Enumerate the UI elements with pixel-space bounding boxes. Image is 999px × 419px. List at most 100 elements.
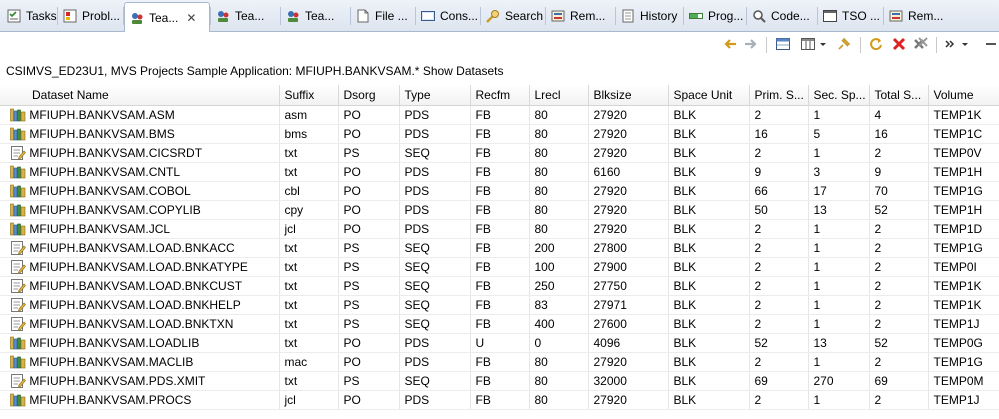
- remove-icon[interactable]: [891, 36, 907, 52]
- table-cell: txt: [279, 162, 339, 182]
- columns-icon[interactable]: [800, 36, 816, 52]
- table-cell: MFIUPH.BANKVSAM.ASM: [0, 105, 280, 125]
- tab-tea[interactable]: Tea...: [211, 3, 279, 29]
- table-row[interactable]: MFIUPH.BANKVSAM.LOAD.BNKCUST txt PS SEQ FB 25…: [0, 276, 999, 296]
- history-icon: [620, 8, 636, 24]
- table-cell: 80: [529, 181, 589, 201]
- column-header[interactable]: Total S...: [869, 85, 929, 106]
- table-cell: 9: [869, 162, 929, 182]
- table-cell: 2: [749, 295, 809, 315]
- table-row[interactable]: MFIUPH.BANKVSAM.LOAD.BNKTXN txt PS SEQ FB 400…: [0, 314, 999, 334]
- tab-history[interactable]: History: [616, 3, 682, 29]
- table-cell: FB: [470, 257, 530, 277]
- tab-label: Tea...: [235, 9, 265, 23]
- table-cell: PDS: [399, 219, 471, 239]
- table-cell: 1: [808, 219, 870, 239]
- table-row[interactable]: MFIUPH.BANKVSAM.COBOL cbl PO PDS FB 80 27920 BL…: [0, 181, 999, 201]
- column-header[interactable]: Prim. S...: [749, 85, 809, 106]
- table-row[interactable]: MFIUPH.BANKVSAM.LOAD.BNKATYPE txt PS SEQ FB 1…: [0, 257, 999, 277]
- table-cell: 27920: [588, 105, 669, 125]
- dataset-name: MFIUPH.BANKVSAM.CICSRDT: [29, 145, 203, 160]
- column-header[interactable]: Suffix: [279, 85, 339, 106]
- tab-search[interactable]: Search: [481, 3, 544, 29]
- column-header[interactable]: Space Unit: [668, 85, 750, 106]
- view-toolbar: [0, 31, 999, 57]
- column-header[interactable]: Recfm: [470, 85, 530, 106]
- column-header[interactable]: Type: [399, 85, 471, 106]
- team-icon: [285, 8, 301, 24]
- column-header[interactable]: Dataset Name: [0, 85, 280, 106]
- tab-code[interactable]: Code...: [747, 3, 816, 29]
- table-row[interactable]: MFIUPH.BANKVSAM.CNTL txt PO PDS FB 80 6160 BLK 9…: [0, 162, 999, 182]
- table-cell: bms: [279, 124, 339, 144]
- close-icon[interactable]: ✕: [186, 11, 196, 25]
- table-cell: 32000: [588, 371, 669, 391]
- table-row[interactable]: MFIUPH.BANKVSAM.MACLIB mac PO PDS FB 80 27920 B…: [0, 352, 999, 372]
- column-header[interactable]: Lrecl: [529, 85, 589, 106]
- table-cell: 1: [808, 276, 870, 296]
- table-cell: MFIUPH.BANKVSAM.PROCS: [0, 390, 280, 410]
- tab-label: Search: [505, 9, 544, 23]
- table-view-icon[interactable]: [775, 36, 791, 52]
- table-cell: 270: [808, 371, 870, 391]
- back-arrow-icon[interactable]: [722, 36, 738, 52]
- table-cell: PS: [338, 371, 400, 391]
- tab-file[interactable]: File ...: [351, 3, 414, 29]
- forward-arrow-icon[interactable]: [743, 36, 759, 52]
- tab-tasks[interactable]: Tasks: [2, 3, 57, 29]
- tab-tea[interactable]: Tea...: [281, 3, 349, 29]
- table-row[interactable]: MFIUPH.BANKVSAM.JCL jcl PO PDS FB 80 27920 BLK 2…: [0, 219, 999, 239]
- table-row[interactable]: MFIUPH.BANKVSAM.LOAD.BNKHELP txt PS SEQ FB 83…: [0, 295, 999, 315]
- table-cell: 2: [869, 314, 929, 334]
- table-cell: 2: [869, 352, 929, 372]
- column-header[interactable]: Dsorg: [338, 85, 400, 106]
- view-menu-icon[interactable]: [943, 36, 959, 52]
- column-header[interactable]: Blksize: [588, 85, 669, 106]
- table-cell: FB: [470, 143, 530, 163]
- refresh-icon[interactable]: [868, 36, 884, 52]
- table-row[interactable]: MFIUPH.BANKVSAM.LOAD.BNKACC txt PS SEQ FB 200…: [0, 238, 999, 258]
- chevron-down-icon[interactable]: [960, 36, 970, 52]
- library-icon: [10, 127, 26, 141]
- pin-icon[interactable]: [836, 36, 852, 52]
- library-icon: [10, 222, 26, 236]
- table-cell: TEMP0I: [928, 257, 999, 277]
- table-cell: FB: [470, 238, 530, 258]
- tab-cons[interactable]: Cons...: [416, 3, 479, 29]
- table-row[interactable]: MFIUPH.BANKVSAM.COPYLIB cpy PO PDS FB 80 27920…: [0, 200, 999, 220]
- table-row[interactable]: MFIUPH.BANKVSAM.BMS bms PO PDS FB 80 27920 BLK 1…: [0, 124, 999, 144]
- tab-tea[interactable]: Tea... ✕: [124, 2, 210, 32]
- chevron-down-icon[interactable]: [818, 36, 828, 52]
- tab-tso[interactable]: TSO ...: [818, 3, 882, 29]
- tso-icon: [822, 8, 838, 24]
- tab-rem[interactable]: Rem...: [884, 3, 954, 29]
- table-cell: BLK: [668, 238, 750, 258]
- table-row[interactable]: MFIUPH.BANKVSAM.CICSRDT txt PS SEQ FB 80 27920…: [0, 143, 999, 163]
- table-cell: 1: [808, 314, 870, 334]
- tab-label: Prog...: [708, 9, 744, 23]
- minimize-icon[interactable]: [983, 36, 999, 52]
- table-cell: PO: [338, 352, 400, 372]
- table-cell: 2: [749, 105, 809, 125]
- column-header[interactable]: Volume: [928, 85, 999, 106]
- tab-prog[interactable]: Prog...: [684, 3, 745, 29]
- table-row[interactable]: MFIUPH.BANKVSAM.ASM asm PO PDS FB 80 27920 BLK 2…: [0, 105, 999, 125]
- table-cell: BLK: [668, 371, 750, 391]
- remove-all-icon[interactable]: [913, 36, 929, 52]
- table-cell: FB: [470, 181, 530, 201]
- dataset-name: MFIUPH.BANKVSAM.LOAD.BNKATYPE: [29, 259, 248, 274]
- table-row[interactable]: MFIUPH.BANKVSAM.PROCS jcl PO PDS FB 80 27920 BL…: [0, 390, 999, 410]
- table-cell: 2: [749, 276, 809, 296]
- tab-label: Cons...: [440, 9, 479, 23]
- table-cell: 200: [529, 238, 589, 258]
- table-cell: PDS: [399, 352, 471, 372]
- tab-probl[interactable]: Probl...: [58, 3, 122, 29]
- table-row[interactable]: MFIUPH.BANKVSAM.LOADLIB txt PO PDS U 0 4096 BLK…: [0, 333, 999, 353]
- tab-rem[interactable]: Rem...: [546, 3, 614, 29]
- table-cell: txt: [279, 257, 339, 277]
- column-header[interactable]: Sec. Sp...: [808, 85, 870, 106]
- table-cell: txt: [279, 276, 339, 296]
- table-cell: 80: [529, 143, 589, 163]
- table-row[interactable]: MFIUPH.BANKVSAM.PDS.XMIT txt PS SEQ FB 80 3200…: [0, 371, 999, 391]
- table-cell: SEQ: [399, 314, 471, 334]
